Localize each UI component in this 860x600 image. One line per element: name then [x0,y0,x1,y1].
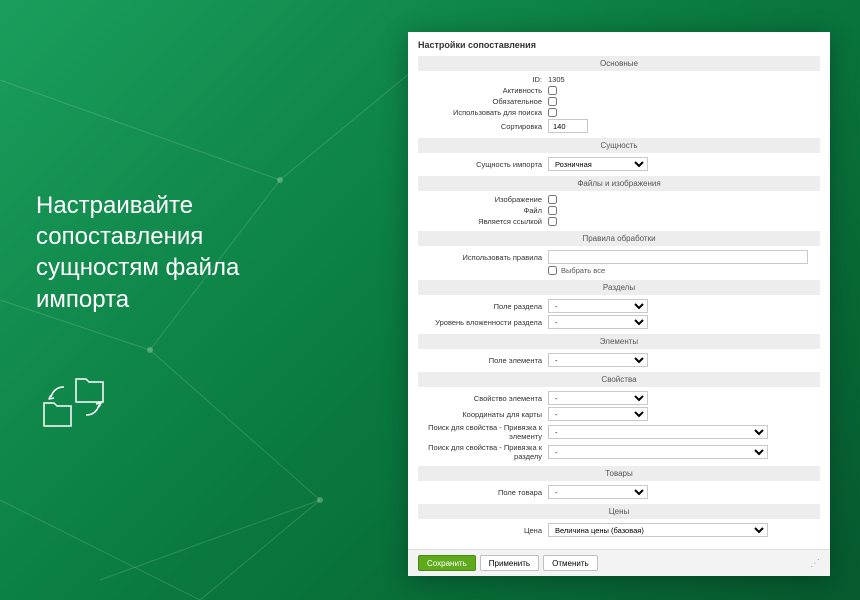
link-checkbox[interactable] [548,217,557,226]
settings-window: Настройки сопоставления Основные ID: 130… [408,32,830,576]
rules-input[interactable] [548,250,808,264]
search-el-label: Поиск для свойства - Привязка к элементу [418,423,548,441]
use-rules-label: Использовать правила [418,253,548,262]
section-field-label: Поле раздела [418,302,548,311]
footer-bar: Сохранить Применить Отменить ⋰ [408,549,830,576]
select-all-checkbox[interactable] [548,266,557,275]
price-select[interactable]: Величина цены (базовая) [548,523,768,537]
element-field-select[interactable]: - [548,353,648,367]
section-depth-label: Уровень вложенности раздела [418,318,548,327]
prop-label: Свойство элемента [418,394,548,403]
file-checkbox[interactable] [548,206,557,215]
section-main-header: Основные [418,56,820,71]
file-label: Файл [418,206,548,215]
search-el-select[interactable]: - [548,425,768,439]
section-goods-header: Товары [418,466,820,481]
search-sec-select[interactable]: - [548,445,768,459]
entity-label: Сущность импорта [418,160,548,169]
coords-select[interactable]: - [548,407,648,421]
id-value: 1305 [548,75,565,84]
resize-handle-icon[interactable]: ⋰ [810,558,820,569]
section-entity-header: Сущность [418,138,820,153]
section-depth-select[interactable]: - [548,315,648,329]
section-prices-header: Цены [418,504,820,519]
id-label: ID: [418,75,548,84]
window-title: Настройки сопоставления [418,40,820,50]
goods-field-label: Поле товара [418,488,548,497]
search-label: Использовать для поиска [418,108,548,117]
search-checkbox[interactable] [548,108,557,117]
required-checkbox[interactable] [548,97,557,106]
section-props-header: Свойства [418,372,820,387]
element-field-label: Поле элемента [418,356,548,365]
goods-field-select[interactable]: - [548,485,648,499]
sort-input[interactable] [548,119,588,133]
swap-folders-icon [36,365,116,435]
marketing-headline: Настраивайте сопоставления сущностям фай… [36,190,316,315]
required-label: Обязательное [418,97,548,106]
section-files-header: Файлы и изображения [418,176,820,191]
cancel-button[interactable]: Отменить [543,555,598,571]
price-label: Цена [418,526,548,535]
save-button[interactable]: Сохранить [418,555,476,571]
section-elements-header: Элементы [418,334,820,349]
section-rules-header: Правила обработки [418,231,820,246]
active-checkbox[interactable] [548,86,557,95]
link-label: Является ссылкой [418,217,548,226]
prop-select[interactable]: - [548,391,648,405]
apply-button[interactable]: Применить [480,555,539,571]
search-sec-label: Поиск для свойства - Привязка к разделу [418,443,548,461]
section-sections-header: Разделы [418,280,820,295]
sort-label: Сортировка [418,122,548,131]
coords-label: Координаты для карты [418,410,548,419]
select-all-label: Выбрать все [561,266,605,275]
section-field-select[interactable]: - [548,299,648,313]
active-label: Активность [418,86,548,95]
entity-select[interactable]: Розничная [548,157,648,171]
image-label: Изображение [418,195,548,204]
image-checkbox[interactable] [548,195,557,204]
